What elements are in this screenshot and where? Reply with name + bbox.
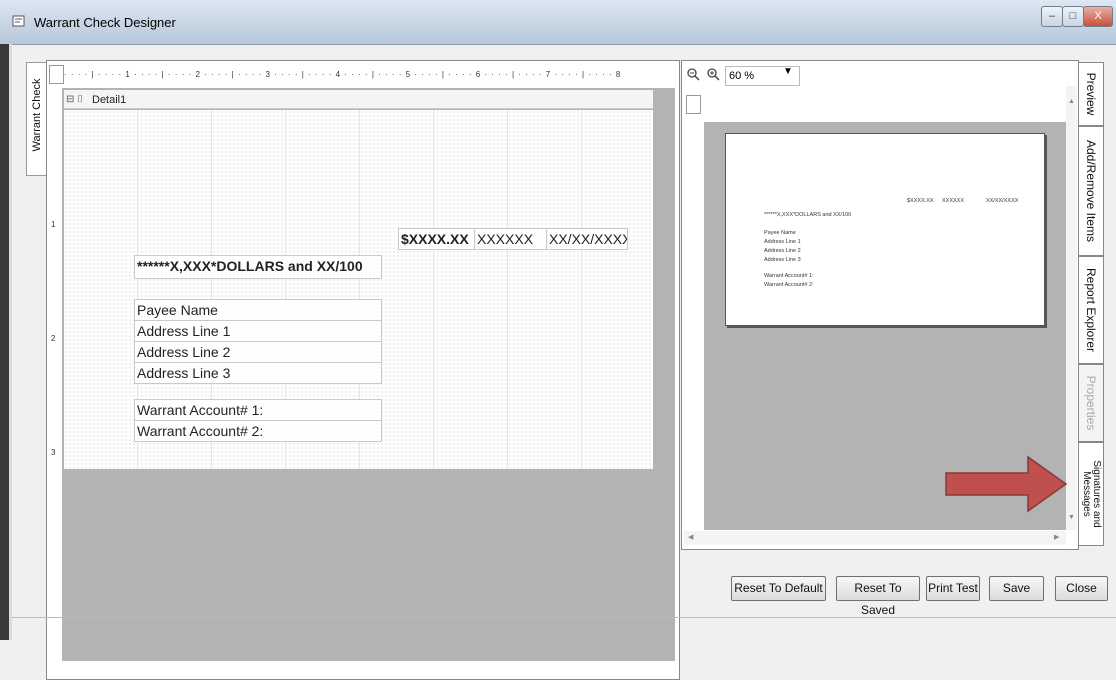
window-title: Warrant Check Designer [34,15,176,30]
reset-to-default-button[interactable]: Reset To Default [731,576,826,601]
ruler-mark: 1 [51,220,56,229]
preview-check-number: XXXXXX [942,198,965,204]
tab-properties-label: Properties [1084,375,1098,431]
arrow-annotation-icon [945,455,1068,513]
preview-dollars-text: ******X,XXX*DOLLARS and XX/100 [764,212,852,218]
ruler-mark: 3 [51,448,56,457]
preview-date: XX/XX/XXXX [986,198,1019,204]
preview-payee: Payee Name [764,230,796,236]
window-frame [0,44,9,640]
field-address-line-1[interactable]: Address Line 1 [134,320,382,342]
scroll-up-icon[interactable]: ▲ [1068,98,1075,105]
grid-line [507,110,508,469]
tab-signatures-messages[interactable]: Signatures and Messages [1079,442,1104,546]
preview-address-2: Address Line 2 [764,248,801,254]
scroll-right-icon[interactable]: ▶ [1054,533,1059,541]
scroll-left-icon[interactable]: ◀ [688,533,693,541]
horizontal-ruler: · · · · | · · · · 1 · · · · | · · · · 2 … [64,70,622,79]
detail-band-label: Detail1 [92,94,127,106]
save-button[interactable]: Save [989,576,1044,601]
ruler-corner [49,65,64,84]
vertical-ruler: 1 2 3 [49,90,61,470]
app-icon [12,15,25,27]
field-dollars-text[interactable]: ******X,XXX*DOLLARS and XX/100 [134,255,382,279]
field-warrant-account-1[interactable]: Warrant Account# 1: [134,399,382,421]
field-address-line-2[interactable]: Address Line 2 [134,341,382,363]
maximize-button[interactable]: □ [1062,6,1084,27]
reset-to-saved-button[interactable]: Reset To Saved [836,576,920,617]
close-button[interactable]: Close [1055,576,1108,601]
chevron-down-icon[interactable]: ▼ [783,66,793,77]
field-payee-name[interactable]: Payee Name [134,299,382,321]
minimize-button[interactable]: – [1041,6,1063,27]
close-window-button[interactable]: X [1083,6,1113,27]
grid-line [433,110,434,469]
preview-account-2: Warrant Account# 2: [764,282,814,288]
field-address-line-3[interactable]: Address Line 3 [134,362,382,384]
preview-address-1: Address Line 1 [764,239,801,245]
zoom-out-icon[interactable] [686,67,700,81]
tab-signatures-label: Signatures and Messages [1081,460,1102,528]
tab-properties[interactable]: Properties [1079,364,1104,442]
tab-warrant-check[interactable]: Warrant Check [26,62,47,176]
scroll-down-icon[interactable]: ▼ [1068,514,1075,521]
zoom-in-icon[interactable] [706,67,720,81]
field-warrant-account-2[interactable]: Warrant Account# 2: [134,420,382,442]
tab-preview[interactable]: Preview [1079,62,1104,126]
preview-page: $XXXX.XX XXXXXX XX/XX/XXXX ******X,XXX*D… [725,133,1045,326]
field-check-number[interactable]: XXXXXX [474,228,548,250]
tab-report-explorer[interactable]: Report Explorer [1079,256,1104,364]
field-amount[interactable]: $XXXX.XX [398,228,476,250]
horizontal-scrollbar[interactable]: ◀ ▶ [684,531,1066,545]
preview-corner [686,95,701,114]
grid-line [581,110,582,469]
preview-account-1: Warrant Account# 1: [764,273,814,279]
tab-report-explorer-label: Report Explorer [1084,267,1098,353]
detail-band-header[interactable] [64,90,653,109]
tab-preview-label: Preview [1084,72,1098,116]
ruler-mark: 2 [51,334,56,343]
window-frame-inner [9,44,12,640]
divider [12,617,1116,618]
tab-add-remove-label: Add/Remove Items [1084,139,1098,243]
print-test-button[interactable]: Print Test [926,576,980,601]
tab-add-remove-items[interactable]: Add/Remove Items [1079,126,1104,256]
preview-address-3: Address Line 3 [764,257,801,263]
preview-amount: $XXXX.XX [907,198,934,204]
tab-warrant-check-label: Warrant Check [31,78,43,152]
field-date[interactable]: XX/XX/XXXX [546,228,628,250]
collapse-icon[interactable]: ⊟ ⌷ [66,94,83,105]
